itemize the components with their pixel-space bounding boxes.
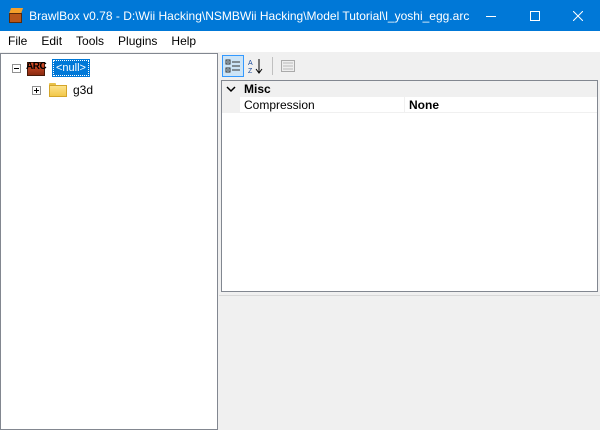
chevron-down-icon[interactable] [222,85,240,93]
property-toolbar: A Z [219,53,600,78]
menu-bar: File Edit Tools Plugins Help [0,31,600,52]
title-bar[interactable]: BrawlBox v0.78 - D:\Wii Hacking\NSMBWii … [0,0,600,31]
category-label: Misc [244,82,271,96]
expand-icon[interactable] [32,85,41,95]
arc-archive-icon: ARC [26,60,49,76]
toolbar-separator [272,56,273,75]
tree-node-g3d[interactable]: g3d [32,80,93,100]
categorized-icon [225,59,240,72]
alphabetical-icon: A Z [248,58,263,74]
maximize-icon [529,10,540,21]
preview-pane [219,295,600,430]
app-icon [8,7,24,24]
tree-node-root[interactable]: ARC <null> [12,58,90,78]
window-title: BrawlBox v0.78 - D:\Wii Hacking\NSMBWii … [29,8,470,23]
svg-text:A: A [248,60,253,67]
property-value[interactable]: None [405,97,597,113]
svg-text:Z: Z [248,68,253,74]
property-pages-button[interactable] [277,55,299,77]
tree-node-root-label[interactable]: <null> [52,59,90,77]
resource-tree[interactable]: ARC <null> g3d [0,53,218,430]
maximize-button[interactable] [513,0,557,31]
close-button[interactable] [556,0,600,31]
close-icon [573,10,584,21]
property-area: A Z Misc Compression None [219,53,600,430]
minimize-icon [486,15,497,17]
folder-icon [49,83,67,97]
categorized-button[interactable] [222,54,244,77]
property-row-compression[interactable]: Compression None [222,97,597,113]
menu-help[interactable]: Help [164,31,203,52]
menu-file[interactable]: File [0,31,34,52]
minimize-button[interactable] [469,0,513,31]
menu-edit[interactable]: Edit [34,31,69,52]
property-grid[interactable]: Misc Compression None [221,80,598,292]
property-gutter [222,97,240,113]
collapse-icon[interactable] [12,63,21,73]
menu-plugins[interactable]: Plugins [111,31,164,52]
alphabetical-button[interactable]: A Z [245,55,267,77]
tree-node-g3d-label[interactable]: g3d [73,83,93,97]
property-name[interactable]: Compression [240,97,405,113]
category-row-misc[interactable]: Misc [222,81,597,97]
menu-tools[interactable]: Tools [69,31,111,52]
property-pages-icon [281,59,295,72]
